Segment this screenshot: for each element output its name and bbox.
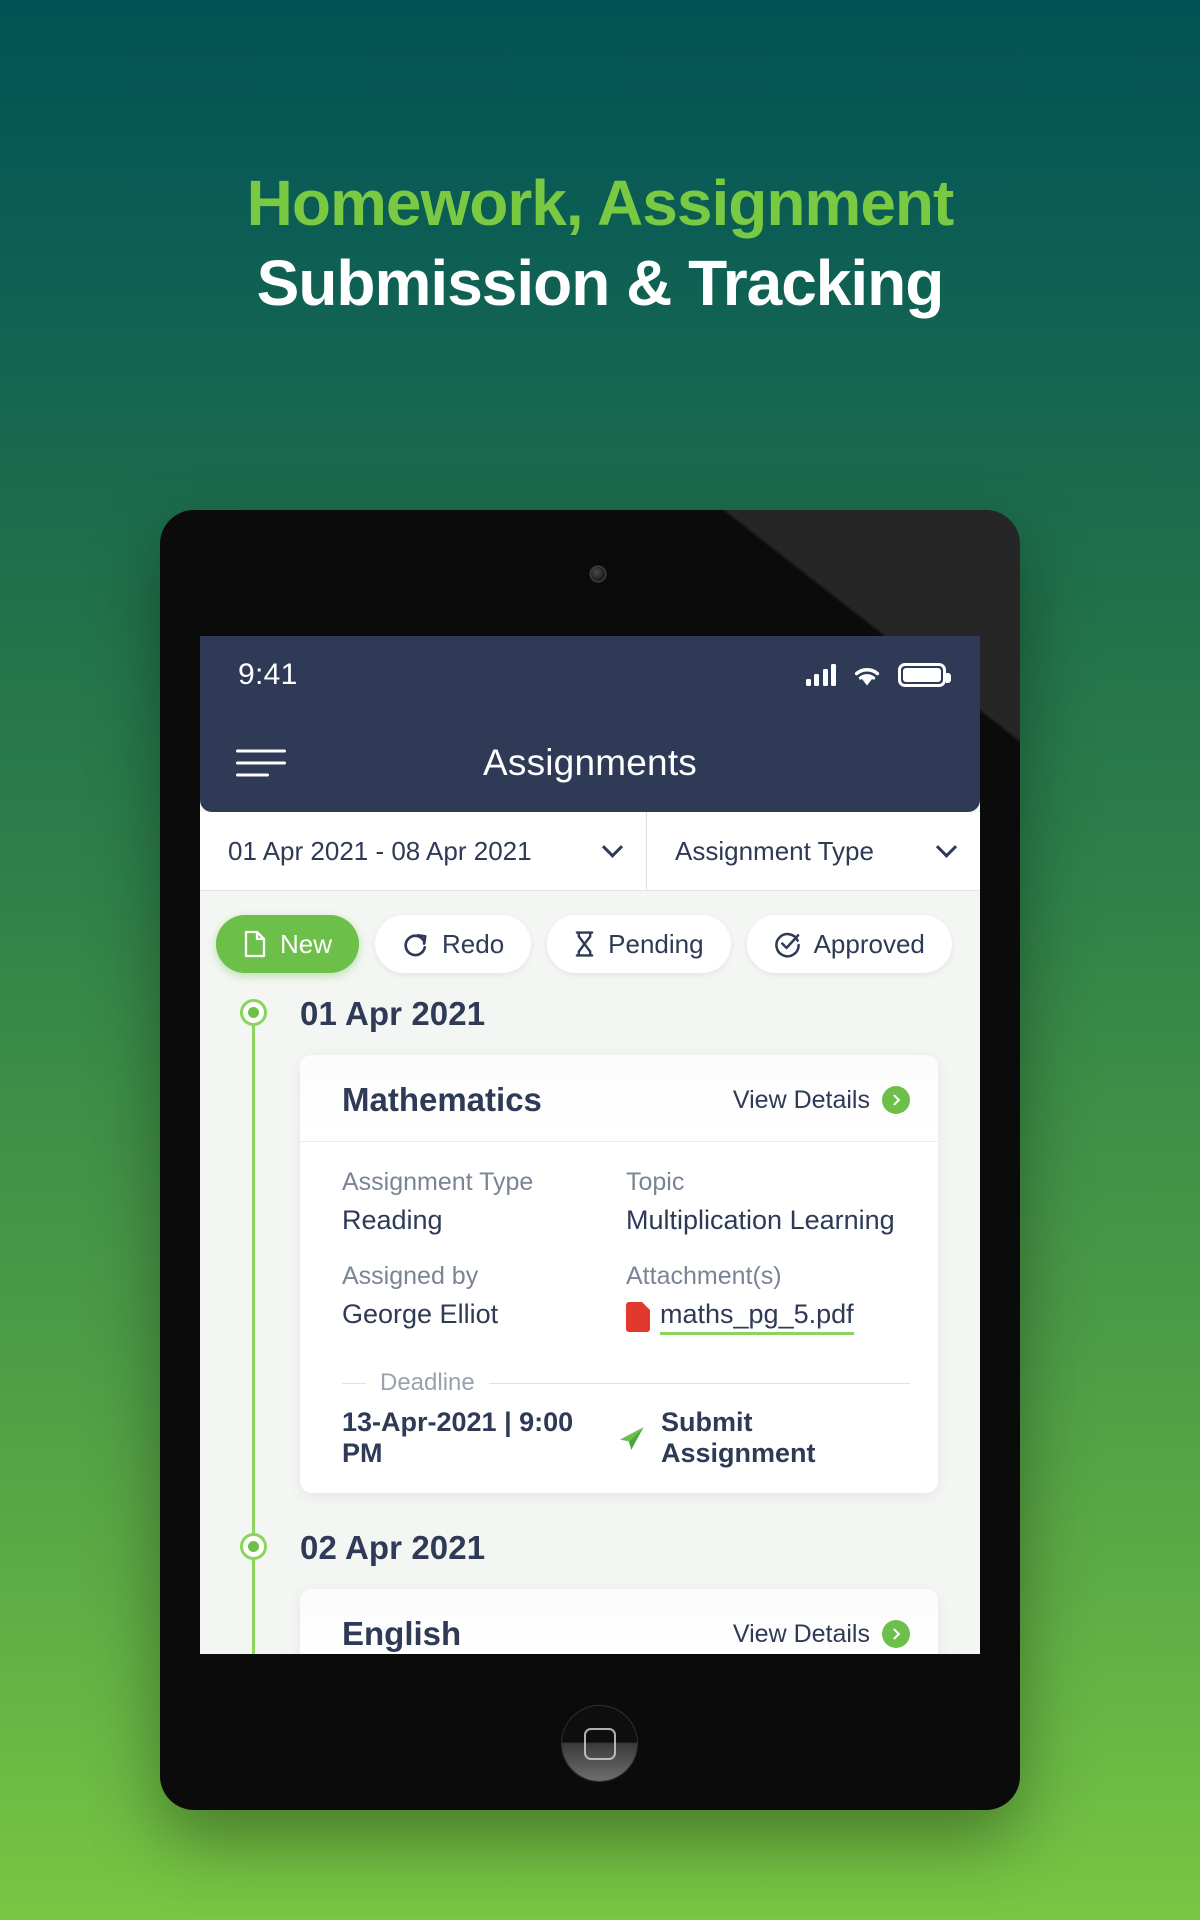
app-navbar: Assignments xyxy=(200,714,980,812)
hero-line-2: Submission & Tracking xyxy=(256,246,945,319)
detail-row: Assigned by George Elliot Attachment(s) … xyxy=(342,1262,910,1335)
home-button[interactable] xyxy=(562,1706,637,1781)
page-title: Assignments xyxy=(482,742,697,783)
file-icon xyxy=(244,930,266,958)
detail-value: George Elliot xyxy=(342,1299,499,1329)
date-range-value: 01 Apr 2021 - 08 Apr 2021 xyxy=(228,835,532,866)
detail-label: Assignment Type xyxy=(342,1168,534,1196)
detail-value: Multiplication Learning xyxy=(626,1205,895,1235)
tab-approved[interactable]: Approved xyxy=(746,915,952,973)
hourglass-icon xyxy=(575,931,594,957)
view-details-button[interactable]: View Details xyxy=(733,1620,910,1649)
tab-pending-label: Pending xyxy=(608,928,704,959)
status-tab-bar: New Redo Pending Approved xyxy=(200,891,980,995)
detail-assigned-by: Assigned by George Elliot xyxy=(342,1262,626,1335)
battery-full-icon xyxy=(898,663,951,687)
assignment-type-filter[interactable]: Assignment Type xyxy=(647,812,980,890)
detail-label: Topic xyxy=(626,1168,685,1196)
filter-bar: 01 Apr 2021 - 08 Apr 2021 Assignment Typ… xyxy=(200,812,980,890)
view-details-button[interactable]: View Details xyxy=(733,1086,910,1115)
hero-headline: Homework, Assignment Submission & Tracki… xyxy=(0,167,1200,319)
chevron-right-icon xyxy=(882,1086,910,1114)
view-details-label: View Details xyxy=(732,1085,870,1114)
app-screen: 9:41 Assignments 01 Apr 2021 - 08 Apr 20… xyxy=(200,636,980,1654)
detail-label: Assigned by xyxy=(342,1262,479,1290)
timeline-dot-icon xyxy=(240,999,267,1026)
chevron-down-icon xyxy=(935,836,958,858)
pdf-file-icon xyxy=(626,1302,650,1332)
cellular-signal-icon xyxy=(805,664,836,686)
deadline-label: Deadline xyxy=(380,1369,475,1396)
assignment-card-header: English View Details xyxy=(300,1589,938,1654)
hero-line-1: Homework, Assignment xyxy=(246,167,955,239)
attachment-filename: maths_pg_5.pdf xyxy=(660,1299,854,1335)
tab-redo-label: Redo xyxy=(442,928,505,959)
assignment-timeline: 01 Apr 2021 Mathematics View Details Ass… xyxy=(200,995,980,1654)
submit-assignment-label: Submit Assignment xyxy=(661,1407,816,1468)
timeline-dot-icon xyxy=(240,1533,267,1560)
chevron-right-icon xyxy=(882,1620,910,1648)
hamburger-menu-icon[interactable] xyxy=(236,749,286,777)
legend-divider-left xyxy=(342,1382,366,1384)
assignment-card[interactable]: Mathematics View Details Assignment Type… xyxy=(300,1055,938,1493)
submit-assignment-button[interactable]: Submit Assignment xyxy=(617,1407,910,1469)
detail-topic: Topic Multiplication Learning xyxy=(626,1168,910,1236)
front-camera-icon xyxy=(591,567,605,581)
timeline-date: 01 Apr 2021 xyxy=(300,995,486,1032)
detail-row: Assignment Type Reading Topic Multiplica… xyxy=(342,1168,910,1236)
check-circle-icon xyxy=(774,932,800,957)
date-range-filter[interactable]: 01 Apr 2021 - 08 Apr 2021 xyxy=(200,812,647,890)
timeline-group: 02 Apr 2021 English View Details xyxy=(200,1529,980,1654)
view-details-label: View Details xyxy=(732,1619,870,1648)
chevron-down-icon xyxy=(601,836,624,858)
tab-new-label: New xyxy=(280,928,333,959)
assignment-subject: English xyxy=(342,1615,462,1652)
tab-new[interactable]: New xyxy=(216,915,360,973)
deadline-section: Deadline 13-Apr-2021 | 9:00 PM Submit As… xyxy=(300,1369,938,1493)
assignment-card[interactable]: English View Details xyxy=(300,1589,938,1654)
status-bar-icons xyxy=(805,663,951,687)
send-icon xyxy=(620,1427,645,1450)
status-bar-clock: 9:41 xyxy=(238,658,298,691)
status-bar: 9:41 xyxy=(200,636,980,714)
deadline-value: 13-Apr-2021 | 9:00 PM xyxy=(342,1407,574,1468)
wifi-icon xyxy=(854,667,880,685)
tab-approved-label: Approved xyxy=(813,928,925,959)
redo-icon xyxy=(404,933,427,956)
detail-assignment-type: Assignment Type Reading xyxy=(342,1168,626,1236)
deadline-row: 13-Apr-2021 | 9:00 PM Submit Assignment xyxy=(342,1407,910,1493)
detail-label: Attachment(s) xyxy=(626,1262,782,1290)
assignment-type-value: Assignment Type xyxy=(675,835,874,866)
tab-pending[interactable]: Pending xyxy=(547,915,731,973)
detail-value: Reading xyxy=(342,1205,443,1235)
assignment-card-header: Mathematics View Details xyxy=(300,1055,938,1142)
timeline-group: 01 Apr 2021 Mathematics View Details Ass… xyxy=(200,995,980,1493)
timeline-date: 02 Apr 2021 xyxy=(300,1529,486,1566)
deadline-legend: Deadline xyxy=(342,1369,910,1397)
assignment-subject: Mathematics xyxy=(342,1081,542,1118)
legend-divider-right xyxy=(488,1382,910,1384)
tab-redo[interactable]: Redo xyxy=(375,915,532,973)
attachment-link[interactable]: maths_pg_5.pdf xyxy=(626,1299,910,1335)
assignment-card-body: Assignment Type Reading Topic Multiplica… xyxy=(300,1142,938,1369)
detail-attachments: Attachment(s) maths_pg_5.pdf xyxy=(626,1262,910,1335)
